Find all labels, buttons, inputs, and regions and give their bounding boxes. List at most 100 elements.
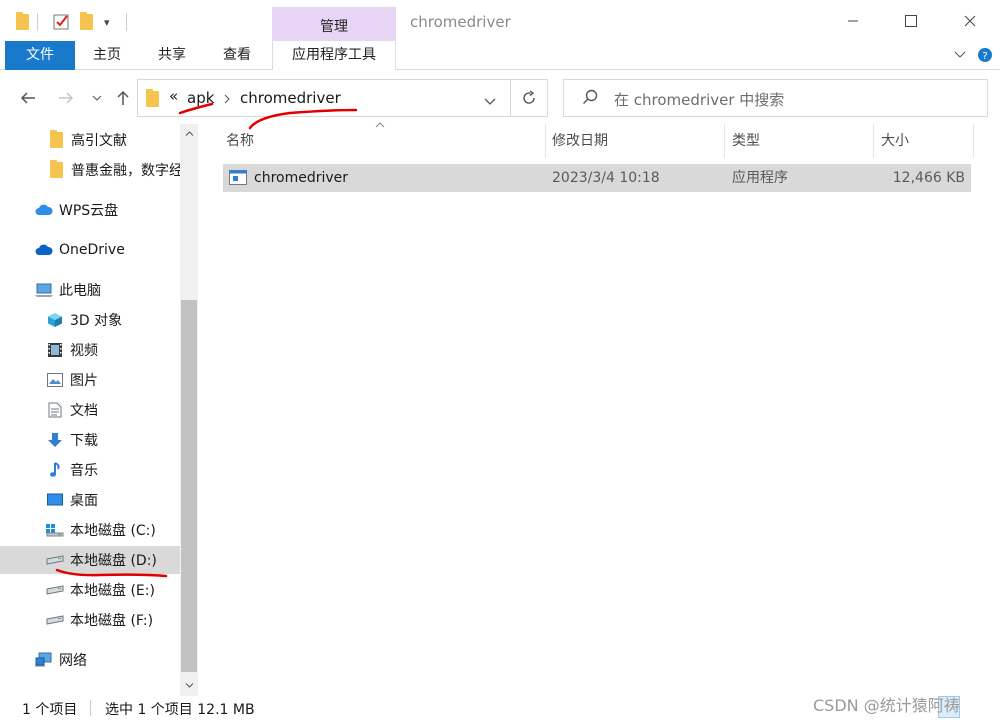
forward-button[interactable] — [55, 86, 77, 110]
column-header-name[interactable]: 名称 — [226, 124, 254, 158]
window-title: chromedriver — [410, 13, 511, 31]
chevron-right-icon[interactable] — [224, 92, 230, 108]
sidebar-item-this-pc[interactable]: 此电脑 — [0, 276, 180, 304]
address-dropdown-button[interactable] — [484, 94, 496, 110]
column-header-type[interactable]: 类型 — [732, 124, 760, 158]
sidebar-item-label: 3D 对象 — [70, 313, 123, 329]
sidebar-item-3d-objects[interactable]: 3D 对象 — [0, 306, 180, 334]
sidebar-item-drive-f[interactable]: 本地磁盘 (F:) — [0, 606, 180, 634]
scrollbar-thumb[interactable] — [181, 300, 197, 672]
watermark: CSDN @统计猿阿祷 — [813, 696, 960, 715]
drive-icon — [46, 612, 64, 628]
documents-icon — [46, 402, 64, 418]
tab-file[interactable]: 文件 — [5, 41, 75, 70]
column-divider[interactable] — [973, 124, 974, 158]
minimize-icon — [848, 20, 858, 22]
address-bar[interactable]: « apk chromedriver — [137, 79, 511, 117]
breadcrumb-overflow[interactable]: « — [169, 87, 178, 105]
scroll-up-button[interactable] — [180, 124, 198, 142]
new-folder-icon[interactable] — [80, 12, 93, 32]
up-button[interactable] — [112, 86, 134, 110]
large-icons-view-button[interactable] — [964, 696, 986, 718]
sidebar-item-desktop[interactable]: 桌面 — [0, 486, 180, 514]
refresh-button[interactable] — [510, 79, 548, 117]
tab-view[interactable]: 查看 — [210, 41, 264, 70]
folder-icon — [146, 89, 159, 111]
sidebar-item-downloads[interactable]: 下载 — [0, 426, 180, 454]
toolbar-divider — [37, 13, 38, 31]
file-type: 应用程序 — [732, 170, 788, 186]
sidebar-item-label: 视频 — [70, 343, 98, 359]
folder-icon — [47, 130, 65, 148]
minimize-button[interactable] — [838, 6, 868, 36]
column-header-modified[interactable]: 修改日期 — [552, 124, 608, 158]
file-row[interactable]: chromedriver 2023/3/4 10:18 应用程序 12,466 … — [223, 164, 971, 192]
sidebar-item-wps-cloud[interactable]: WPS云盘 — [0, 196, 180, 224]
sidebar-item-label: 普惠金融，数字经 — [71, 163, 180, 179]
sidebar-item-drive-e[interactable]: 本地磁盘 (E:) — [0, 576, 180, 604]
maximize-button[interactable] — [896, 6, 926, 36]
folder-icon[interactable] — [16, 12, 29, 32]
search-placeholder: 在 chromedriver 中搜索 — [614, 91, 785, 109]
sidebar-item-pictures[interactable]: 图片 — [0, 366, 180, 394]
close-button[interactable] — [955, 6, 985, 36]
navigation-pane: 高引文献 普惠金融，数字经 WPS云盘 OneDrive 此电脑 3D 对象 视… — [0, 124, 180, 696]
sidebar-item-label: 桌面 — [70, 493, 98, 509]
music-icon — [46, 462, 64, 478]
wps-cloud-icon — [35, 202, 53, 218]
column-divider[interactable] — [545, 124, 546, 158]
customize-toolbar-icon[interactable]: ▾ — [104, 12, 110, 32]
recent-locations-button[interactable] — [86, 86, 108, 110]
sidebar-item-label: 本地磁盘 (D:) — [70, 553, 157, 569]
help-button[interactable]: ? — [975, 45, 995, 65]
back-button[interactable] — [17, 86, 39, 110]
computer-icon — [35, 282, 53, 298]
search-icon — [583, 89, 598, 104]
close-icon — [964, 15, 976, 27]
expand-ribbon-button[interactable] — [950, 45, 970, 65]
properties-icon[interactable] — [53, 12, 71, 32]
sidebar-item-label: 文档 — [70, 403, 98, 419]
column-header-size[interactable]: 大小 — [881, 124, 909, 158]
scroll-down-button[interactable] — [180, 676, 198, 694]
network-icon — [35, 652, 53, 668]
breadcrumb-apk[interactable]: apk — [187, 89, 214, 107]
manage-label: 管理 — [320, 19, 348, 35]
sidebar-item-inclusive-finance[interactable]: 普惠金融，数字经 — [0, 156, 180, 184]
sidebar-item-label: 此电脑 — [59, 283, 101, 299]
sidebar-scrollbar[interactable] — [180, 124, 198, 696]
column-divider[interactable] — [724, 124, 725, 158]
tab-share[interactable]: 共享 — [145, 41, 199, 70]
sidebar-item-label: 网络 — [59, 653, 87, 669]
search-box[interactable]: 在 chromedriver 中搜索 — [563, 79, 988, 117]
video-icon — [46, 342, 64, 358]
desktop-icon — [46, 492, 64, 508]
onedrive-icon — [35, 242, 53, 258]
pictures-icon — [46, 372, 64, 388]
folder-icon — [47, 160, 65, 178]
sidebar-item-highly-cited[interactable]: 高引文献 — [0, 126, 180, 154]
sidebar-item-documents[interactable]: 文档 — [0, 396, 180, 424]
sidebar-item-music[interactable]: 音乐 — [0, 456, 180, 484]
breadcrumb-chromedriver[interactable]: chromedriver — [240, 89, 341, 107]
maximize-icon — [905, 15, 917, 27]
sidebar-item-network[interactable]: 网络 — [0, 646, 180, 674]
drive-icon — [46, 582, 64, 598]
tab-application-tools[interactable]: 应用程序工具 — [272, 41, 396, 70]
chevron-down-icon — [92, 95, 102, 101]
sidebar-item-label: 图片 — [70, 373, 98, 389]
sidebar-item-onedrive[interactable]: OneDrive — [0, 236, 180, 264]
sidebar-item-label: WPS云盘 — [59, 203, 119, 219]
sidebar-item-videos[interactable]: 视频 — [0, 336, 180, 364]
column-divider[interactable] — [873, 124, 874, 158]
sidebar-item-label: 本地磁盘 (C:) — [70, 523, 156, 539]
sidebar-item-drive-c[interactable]: 本地磁盘 (C:) — [0, 516, 180, 544]
file-modified: 2023/3/4 10:18 — [552, 170, 660, 186]
ribbon-tabs: 文件 主页 共享 查看 应用程序工具 ? — [0, 41, 1000, 70]
sidebar-item-drive-d[interactable]: 本地磁盘 (D:) — [0, 546, 180, 574]
chevron-down-icon — [954, 51, 966, 58]
3d-objects-icon — [46, 312, 64, 328]
tab-home[interactable]: 主页 — [80, 41, 134, 70]
file-size: 12,466 KB — [892, 170, 965, 186]
status-item-count: 1 个项目 — [22, 702, 78, 718]
